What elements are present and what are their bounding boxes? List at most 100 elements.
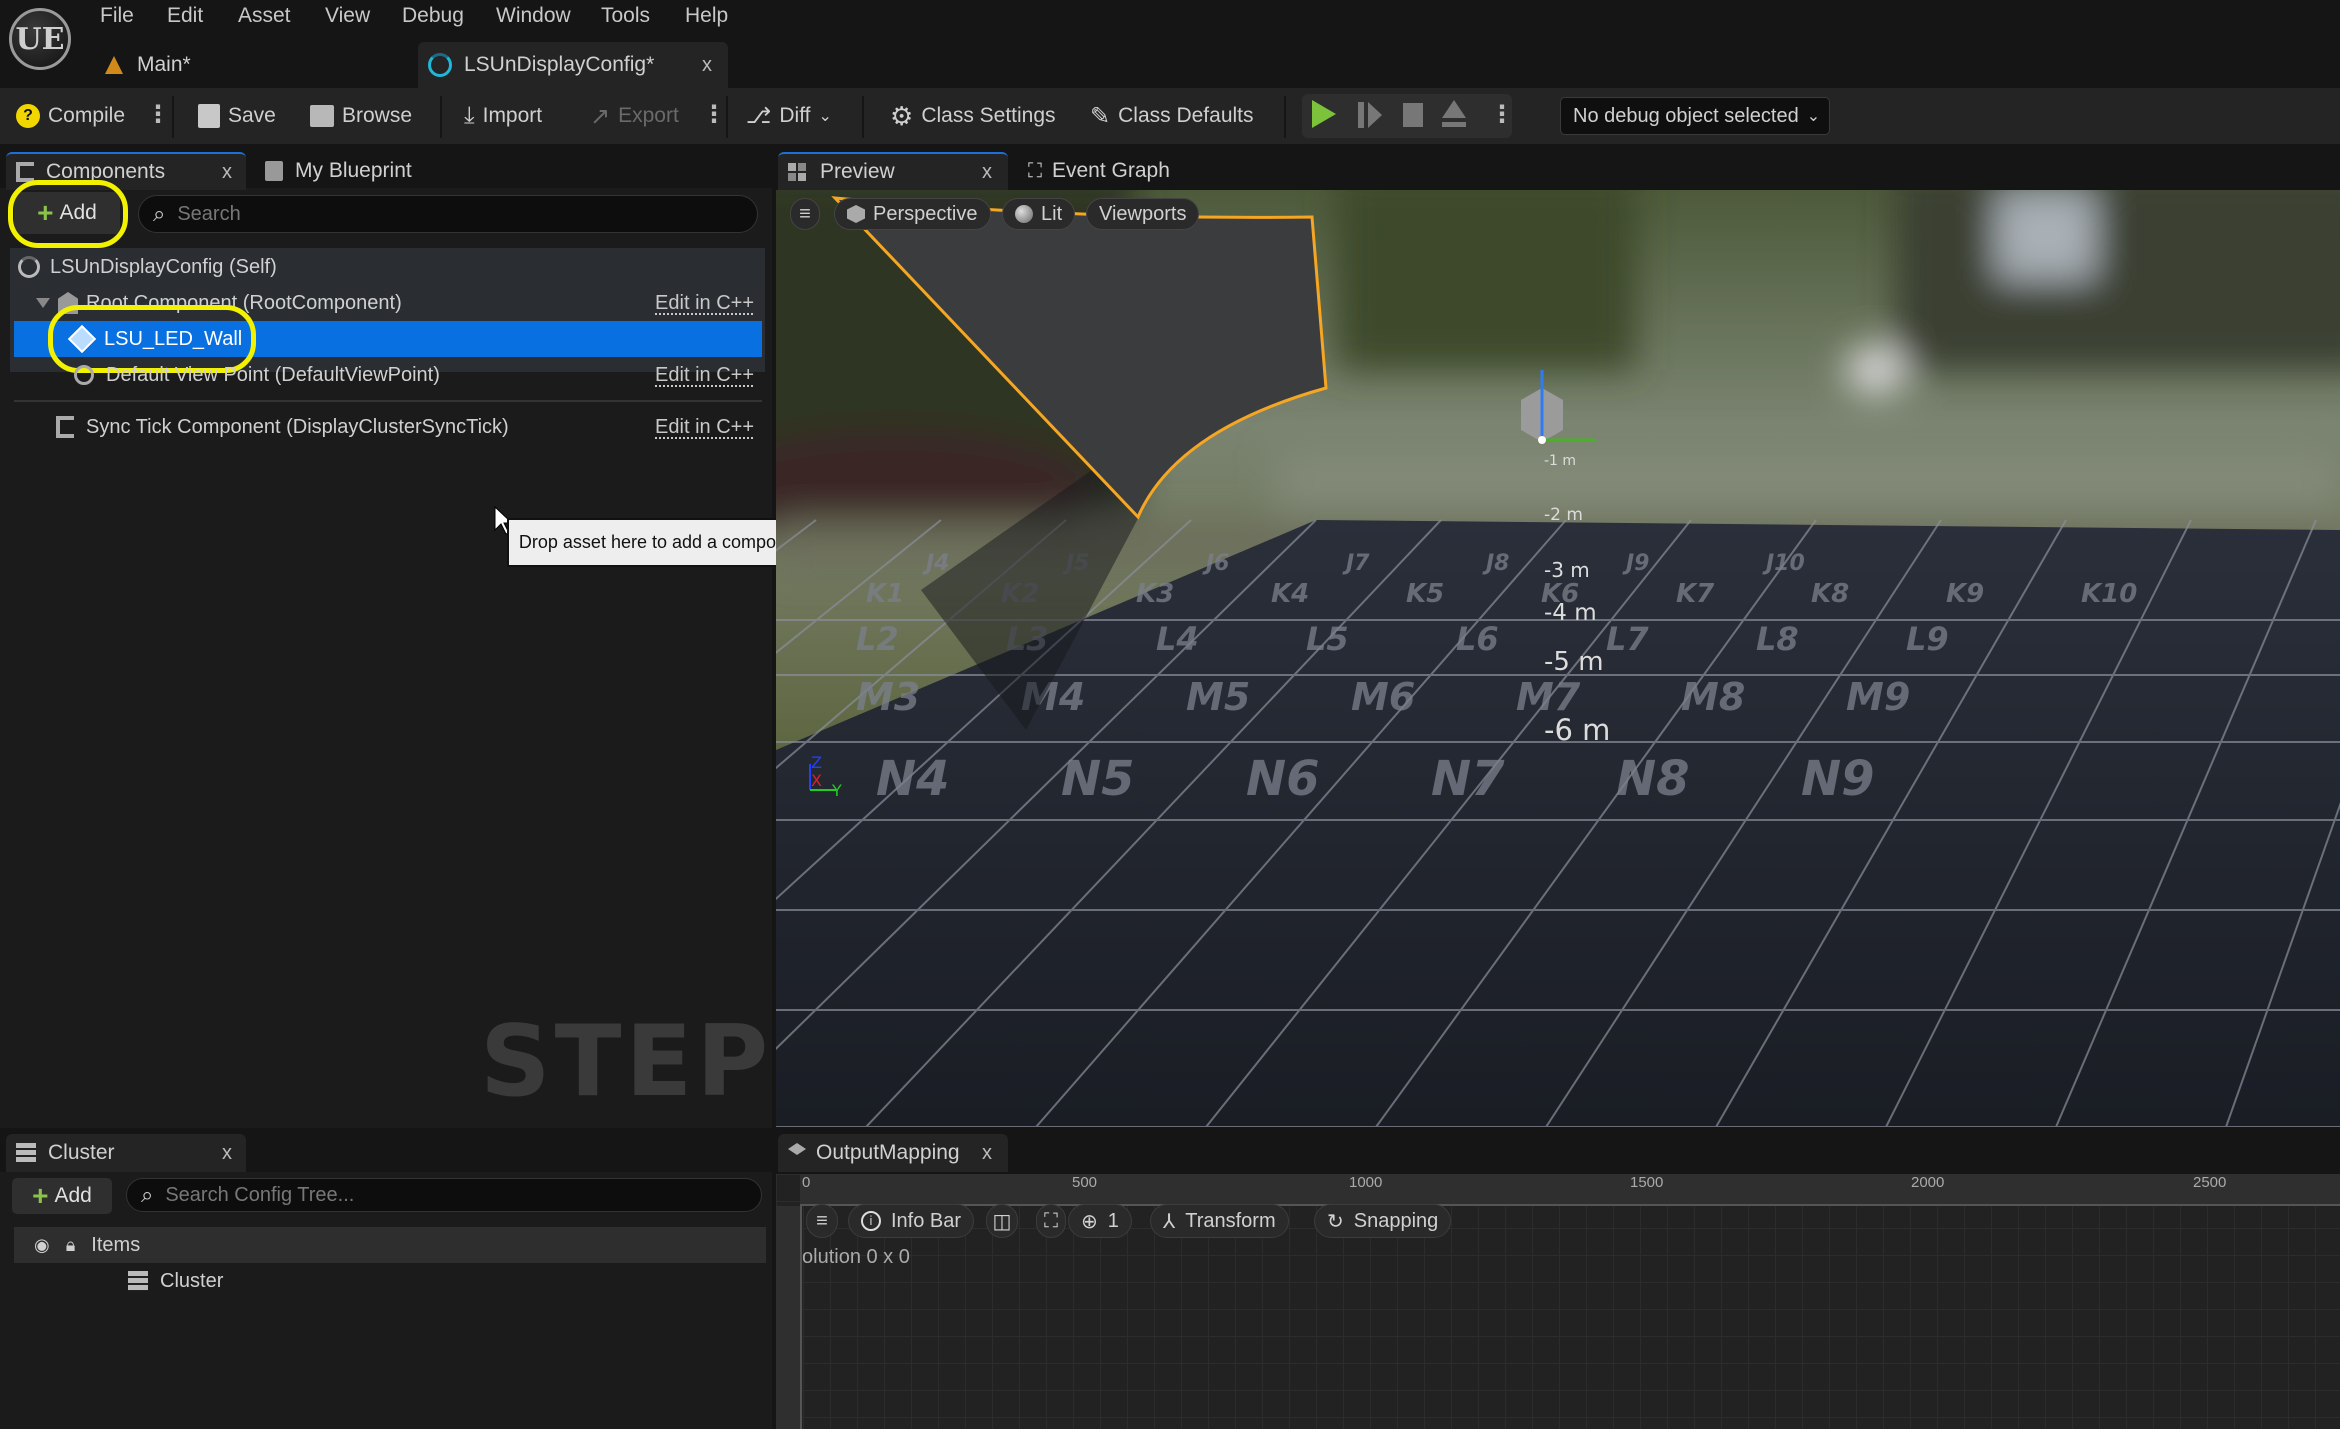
ruler-tick-label: 500 <box>1072 1174 1098 1191</box>
close-tab-button[interactable]: x <box>982 161 992 184</box>
expand-arrow-icon[interactable] <box>36 298 50 308</box>
viewport-grid-icon <box>788 163 806 181</box>
close-tab-button[interactable]: x <box>222 161 232 184</box>
perspective-button[interactable]: Perspective <box>834 198 991 230</box>
components-search-input[interactable]: ⌕ Search <box>138 195 758 233</box>
play-icon[interactable] <box>1312 100 1336 128</box>
stop-icon[interactable] <box>1403 103 1423 127</box>
class-settings-button[interactable]: ⚙ Class Settings <box>890 88 1056 144</box>
diff-button[interactable]: ⎇ Diff ⌄ <box>746 88 832 144</box>
import-icon: ⤓ <box>464 102 475 129</box>
config-tree-search-input[interactable]: ⌕ Search Config Tree... <box>126 1178 762 1212</box>
grid-cell-label: J7 <box>1342 551 1370 576</box>
grid-meter-label: -5 m <box>1544 647 1604 677</box>
ruler-tick-label: 1000 <box>1349 1174 1383 1191</box>
eject-icon[interactable] <box>1442 100 1466 118</box>
snapping-magnet-icon: ↻ <box>1327 1210 1344 1233</box>
play-options-button[interactable]: ⋮ <box>1490 100 1514 129</box>
grid-cell-label: J8 <box>1482 551 1510 576</box>
asset-options-button[interactable]: ⋮ <box>702 100 726 129</box>
transform-button[interactable]: ⅄ Transform <box>1150 1204 1289 1238</box>
grid-cell-label: L8 <box>1756 620 1799 658</box>
save-button[interactable]: Save <box>198 88 276 144</box>
toolbar-separator <box>862 96 864 138</box>
menu-tools[interactable]: Tools <box>601 4 650 28</box>
browse-button[interactable]: Browse <box>310 88 412 144</box>
viewport-options-button[interactable]: ≡ <box>790 198 820 230</box>
doc-tab-label: LSUnDisplayConfig* <box>464 53 655 76</box>
close-tab-button[interactable]: x <box>702 54 712 77</box>
zoom-icon: ⊕ <box>1081 1210 1098 1233</box>
preview-viewport[interactable]: K1K2K3K4K5K6K7K8K9K10L2L3L4L5L6L7L8L9M3M… <box>776 190 2340 1127</box>
ruler-tick-label: 0 <box>802 1174 811 1191</box>
edit-in-cpp-link[interactable]: Edit in C++ <box>655 364 754 387</box>
export-button[interactable]: ↗ Export <box>590 88 679 144</box>
zoom-button[interactable]: ⊕ 1 <box>1068 1204 1132 1238</box>
menu-window[interactable]: Window <box>496 4 571 28</box>
debug-object-select[interactable]: No debug object selected ⌄ <box>1560 97 1830 135</box>
doc-tab-main[interactable]: Main* <box>105 42 305 88</box>
horizontal-ruler <box>800 1174 2340 1206</box>
menu-asset[interactable]: Asset <box>238 4 291 28</box>
view-layout-button[interactable]: ◫ <box>986 1204 1018 1238</box>
tree-item-self[interactable]: LSUnDisplayConfig (Self) <box>14 249 762 285</box>
cluster-tree-item[interactable]: Cluster <box>14 1263 766 1299</box>
lock-icon[interactable]: 🔒︎ <box>66 1235 76 1256</box>
grid-meter-label: -4 m <box>1544 600 1597 626</box>
grid-cell-label: J4 <box>922 551 950 576</box>
grid-cell-label: M3 <box>856 675 920 719</box>
advance-frame-icon[interactable] <box>1368 102 1382 128</box>
cluster-tree-header: ◉ 🔒︎ Items <box>14 1227 766 1263</box>
fit-view-button[interactable]: ⛶ <box>1036 1204 1066 1238</box>
grid-cell-label: L4 <box>1156 620 1199 658</box>
close-tab-button[interactable]: x <box>982 1142 992 1165</box>
menu-file[interactable]: File <box>100 4 134 28</box>
toolbar-separator <box>1284 96 1286 138</box>
grid-cell-label: K5 <box>1406 579 1444 609</box>
advance-frame-bar-icon <box>1358 102 1364 128</box>
close-tab-button[interactable]: x <box>222 1142 232 1165</box>
import-button[interactable]: ⤓ Import <box>464 88 542 144</box>
ndisplay-config-icon <box>18 256 40 278</box>
grid-meter-label: -3 m <box>1544 558 1590 582</box>
tab-cluster[interactable]: Cluster x <box>6 1134 246 1172</box>
class-defaults-button[interactable]: ✎ Class Defaults <box>1090 88 1254 144</box>
snapping-button[interactable]: ↻ Snapping <box>1314 1204 1452 1238</box>
grid-cell-label: L9 <box>1906 620 1949 658</box>
menu-view[interactable]: View <box>325 4 370 28</box>
info-bar-button[interactable]: i Info Bar <box>848 1204 975 1238</box>
output-mapping-menu-button[interactable]: ≡ <box>806 1204 838 1238</box>
save-icon <box>198 104 220 128</box>
lit-sphere-icon <box>1015 205 1033 223</box>
toolbar-separator <box>172 96 174 138</box>
tree-divider <box>14 400 762 402</box>
output-mapping-icon <box>788 1143 806 1155</box>
compile-options-button[interactable]: ⋮ <box>146 100 170 129</box>
add-cluster-item-button[interactable]: + Add <box>12 1178 112 1214</box>
tab-event-graph[interactable]: ⛶ Event Graph <box>1018 152 1218 190</box>
tree-item-default-view-point[interactable]: Default View Point (DefaultViewPoint) Ed… <box>14 357 762 393</box>
grid-cell-label: K1 <box>866 579 904 609</box>
unreal-logo-icon[interactable]: UE <box>9 8 71 70</box>
component-icon <box>56 416 74 438</box>
menu-debug[interactable]: Debug <box>402 4 464 28</box>
lit-button[interactable]: Lit <box>1002 198 1076 230</box>
axis-z-label: Z <box>811 753 822 772</box>
tree-item-sync-tick[interactable]: Sync Tick Component (DisplayClusterSyncT… <box>14 409 762 445</box>
viewports-button[interactable]: Viewports <box>1086 198 1200 230</box>
grid-cell-label: K3 <box>1136 579 1174 609</box>
doc-tab-lsundisplayconfig[interactable]: LSUnDisplayConfig* x <box>418 42 728 88</box>
edit-in-cpp-link[interactable]: Edit in C++ <box>655 416 754 439</box>
grid-cell-label: M5 <box>1186 675 1250 719</box>
compile-button[interactable]: ? Compile <box>16 88 125 144</box>
eject-bar-icon <box>1442 122 1466 127</box>
edit-in-cpp-link[interactable]: Edit in C++ <box>655 292 754 315</box>
tab-preview[interactable]: Preview x <box>778 152 1008 190</box>
grid-cell-label: M8 <box>1681 675 1745 719</box>
menu-edit[interactable]: Edit <box>167 4 203 28</box>
tab-my-blueprint[interactable]: My Blueprint <box>255 152 455 190</box>
ruler-tick-label: 2000 <box>1911 1174 1945 1191</box>
visibility-eye-icon[interactable]: ◉ <box>34 1235 50 1256</box>
tab-output-mapping[interactable]: OutputMapping x <box>778 1134 1008 1172</box>
menu-help[interactable]: Help <box>685 4 728 28</box>
